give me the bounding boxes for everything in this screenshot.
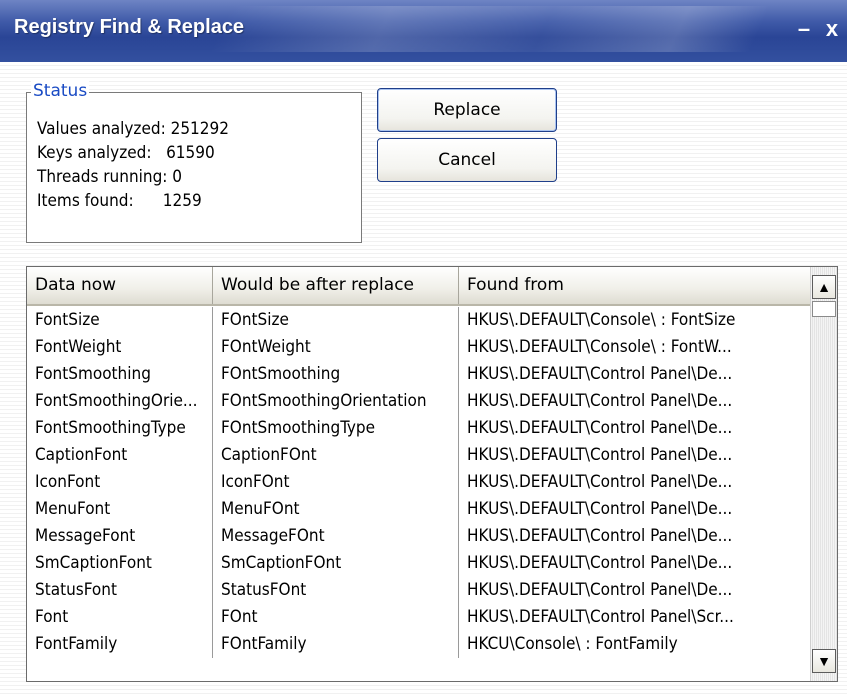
cell-after-replace: StatusFOnt [213, 577, 459, 604]
cell-data-now: FontSize [27, 307, 213, 334]
table-row[interactable]: MenuFont MenuFOnt HKUS\.DEFAULT\Control Pa… [27, 496, 811, 523]
cell-data-now: IconFont [27, 469, 213, 496]
window-title: Registry Find & Replace [14, 16, 245, 38]
down-arrow-icon: ▼ [817, 653, 831, 669]
cell-after-replace: FOntSmoothing [213, 361, 459, 388]
cell-data-now: SmCaptionFont [27, 550, 213, 577]
cell-after-replace: FOntSmoothingType [213, 415, 459, 442]
cell-data-now: FontSmoothingOrie... [27, 388, 213, 415]
cell-after-replace: FOntSize [213, 307, 459, 334]
cell-after-replace: MenuFOnt [213, 496, 459, 523]
cell-found-from: HKUS\.DEFAULT\Console\ : FontSize [459, 307, 811, 334]
column-header-would-be-after-replace[interactable]: Would be after replace [213, 267, 459, 304]
cell-data-now: FontSmoothing [27, 361, 213, 388]
status-legend: Status [31, 81, 90, 101]
cancel-button[interactable]: Cancel [377, 138, 557, 182]
scroll-down-button[interactable]: ▼ [812, 649, 836, 673]
table-row[interactable]: FontSize FOntSize HKUS\.DEFAULT\Console\ :… [27, 307, 811, 334]
table-row[interactable]: SmCaptionFont SmCaptionFOnt HKUS\.DEFAULT\… [27, 550, 811, 577]
replace-button[interactable]: Replace [377, 88, 557, 132]
cell-data-now: MessageFont [27, 523, 213, 550]
scroll-up-button[interactable]: ▲ [812, 275, 836, 299]
cell-after-replace: FOntWeight [213, 334, 459, 361]
cell-data-now: FontWeight [27, 334, 213, 361]
keys-analyzed-text: Keys analyzed: 61590 [37, 143, 215, 163]
title-bar[interactable]: Registry Find & Replace – x [0, 0, 847, 62]
cell-data-now: MenuFont [27, 496, 213, 523]
cell-found-from: HKUS\.DEFAULT\Control Panel\De... [459, 469, 811, 496]
cell-found-from: HKUS\.DEFAULT\Console\ : FontW... [459, 334, 811, 361]
table-row[interactable]: Font FOnt HKUS\.DEFAULT\Control Panel\Scr.… [27, 604, 811, 631]
table-row[interactable]: FontSmoothingOrie... FOntSmoothingOrienta… [27, 388, 811, 415]
cell-after-replace: CaptionFOnt [213, 442, 459, 469]
cell-found-from: HKUS\.DEFAULT\Control Panel\De... [459, 577, 811, 604]
cell-data-now: Font [27, 604, 213, 631]
cell-found-from: HKUS\.DEFAULT\Control Panel\De... [459, 361, 811, 388]
table-row[interactable]: MessageFont MessageFOnt HKUS\.DEFAULT\Cont… [27, 523, 811, 550]
cell-found-from: HKUS\.DEFAULT\Control Panel\De... [459, 550, 811, 577]
column-header-data-now[interactable]: Data now [27, 267, 213, 304]
cell-after-replace: SmCaptionFOnt [213, 550, 459, 577]
status-groupbox: Status Values analyzed: 251292 Keys anal… [26, 81, 362, 243]
values-analyzed-text: Values analyzed: 251292 [37, 119, 229, 139]
minimize-button[interactable]: – [790, 14, 818, 44]
listview-header: Data now Would be after replace Found fr… [27, 267, 811, 306]
table-row[interactable]: FontSmoothing FOntSmoothing HKUS\.DEFAULT\… [27, 361, 811, 388]
cell-data-now: StatusFont [27, 577, 213, 604]
items-found-text: Items found: 1259 [37, 191, 202, 211]
cell-found-from: HKUS\.DEFAULT\Control Panel\De... [459, 415, 811, 442]
cell-after-replace: MessageFOnt [213, 523, 459, 550]
up-arrow-icon: ▲ [817, 279, 831, 295]
registry-find-replace-window: Registry Find & Replace – x Status Value… [0, 0, 847, 694]
cell-data-now: CaptionFont [27, 442, 213, 469]
cell-after-replace: IconFOnt [213, 469, 459, 496]
title-bar-sheen [209, 6, 771, 52]
table-row[interactable]: FontSmoothingType FOntSmoothingType HKUS\.… [27, 415, 811, 442]
cell-found-from: HKUS\.DEFAULT\Control Panel\De... [459, 442, 811, 469]
cell-found-from: HKUS\.DEFAULT\Control Panel\De... [459, 388, 811, 415]
cell-after-replace: FOntSmoothingOrientation [213, 388, 459, 415]
cell-data-now: FontSmoothingType [27, 415, 213, 442]
cell-found-from: HKUS\.DEFAULT\Control Panel\Scr... [459, 604, 811, 631]
table-row[interactable]: StatusFont StatusFOnt HKUS\.DEFAULT\Contro… [27, 577, 811, 604]
table-row[interactable]: CaptionFont CaptionFOnt HKUS\.DEFAULT\Cont… [27, 442, 811, 469]
vertical-scrollbar[interactable]: ▲ ▼ [810, 267, 837, 681]
cell-found-from: HKUS\.DEFAULT\Control Panel\De... [459, 523, 811, 550]
results-listview[interactable]: Data now Would be after replace Found fr… [26, 266, 838, 682]
cell-data-now: FontFamily [27, 631, 213, 658]
scroll-thumb[interactable] [812, 301, 836, 317]
column-header-found-from[interactable]: Found from [459, 267, 811, 304]
cell-after-replace: FOntFamily [213, 631, 459, 658]
listview-rows: FontSize FOntSize HKUS\.DEFAULT\Console\ :… [27, 307, 811, 658]
cell-found-from: HKUS\.DEFAULT\Control Panel\De... [459, 496, 811, 523]
cell-found-from: HKCU\Console\ : FontFamily [459, 631, 811, 658]
threads-running-text: Threads running: 0 [37, 167, 183, 187]
table-row[interactable]: FontWeight FOntWeight HKUS\.DEFAULT\Consol… [27, 334, 811, 361]
table-row[interactable]: FontFamily FOntFamily HKCU\Console\ : Font… [27, 631, 811, 658]
close-button[interactable]: x [818, 14, 846, 44]
table-row[interactable]: IconFont IconFOnt HKUS\.DEFAULT\Control Pa… [27, 469, 811, 496]
cell-after-replace: FOnt [213, 604, 459, 631]
